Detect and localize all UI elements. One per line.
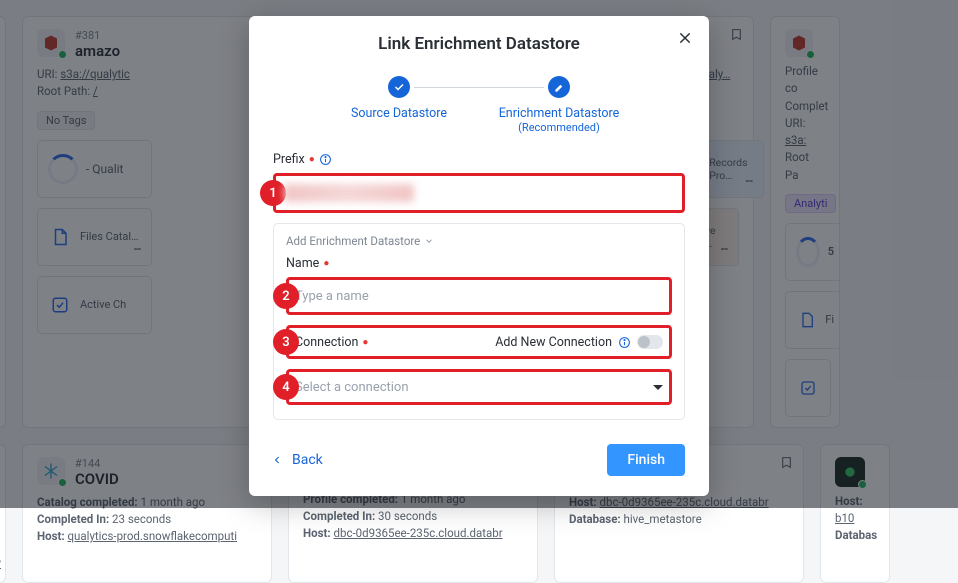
blurred-value (284, 184, 414, 202)
step-2-label: Enrichment Datastore (499, 106, 620, 121)
annotation-badge-2: 2 (273, 283, 299, 309)
check-icon (388, 76, 410, 98)
highlight-connection-row: 3 Connection ● Add New Connection (286, 325, 672, 359)
select-placeholder: Select a connection (295, 380, 409, 395)
connection-label: Connection (295, 335, 358, 350)
add-new-connection-toggle[interactable] (637, 335, 663, 349)
annotation-badge-4: 4 (273, 374, 299, 400)
step-source-datastore[interactable]: Source Datastore (314, 76, 484, 121)
link-enrichment-modal: Link Enrichment Datastore Source Datasto… (249, 16, 709, 496)
add-enrichment-subpanel: Add Enrichment Datastore Name ● 2 3 Con (273, 223, 685, 420)
modal-footer: Back Finish (273, 444, 685, 476)
name-input[interactable] (289, 280, 669, 312)
modal-overlay: Link Enrichment Datastore Source Datasto… (0, 0, 958, 508)
back-button[interactable]: Back (273, 452, 323, 468)
annotation-badge-1: 1 (260, 180, 286, 206)
highlight-name-input: 2 (286, 277, 672, 315)
name-label: Name ● (286, 256, 672, 271)
info-icon[interactable] (319, 153, 332, 166)
close-icon[interactable] (677, 30, 693, 46)
highlight-connection-select: 4 Select a connection (286, 369, 672, 405)
add-new-connection-label: Add New Connection (495, 335, 612, 350)
chevron-down-icon (424, 236, 434, 246)
step-1-label: Source Datastore (351, 106, 447, 121)
prefix-label: Prefix ● (273, 152, 685, 167)
connection-select[interactable]: Select a connection (289, 372, 669, 402)
annotation-badge-3: 3 (273, 329, 299, 355)
stepper: Source Datastore Enrichment Datastore (R… (273, 76, 685, 134)
prefix-input[interactable] (278, 178, 680, 208)
step-enrichment-datastore[interactable]: Enrichment Datastore (Recommended) (474, 76, 644, 134)
modal-title: Link Enrichment Datastore (273, 34, 685, 54)
subpanel-header[interactable]: Add Enrichment Datastore (286, 234, 672, 248)
required-indicator: ● (309, 154, 315, 165)
edit-icon (548, 76, 570, 98)
required-indicator: ● (323, 258, 329, 269)
info-icon[interactable] (618, 336, 631, 349)
step-2-sublabel: (Recommended) (518, 121, 600, 134)
finish-button[interactable]: Finish (607, 444, 685, 476)
chevron-down-icon (653, 385, 663, 390)
highlight-prefix-input: 1 (273, 173, 685, 213)
required-indicator: ● (362, 337, 368, 348)
